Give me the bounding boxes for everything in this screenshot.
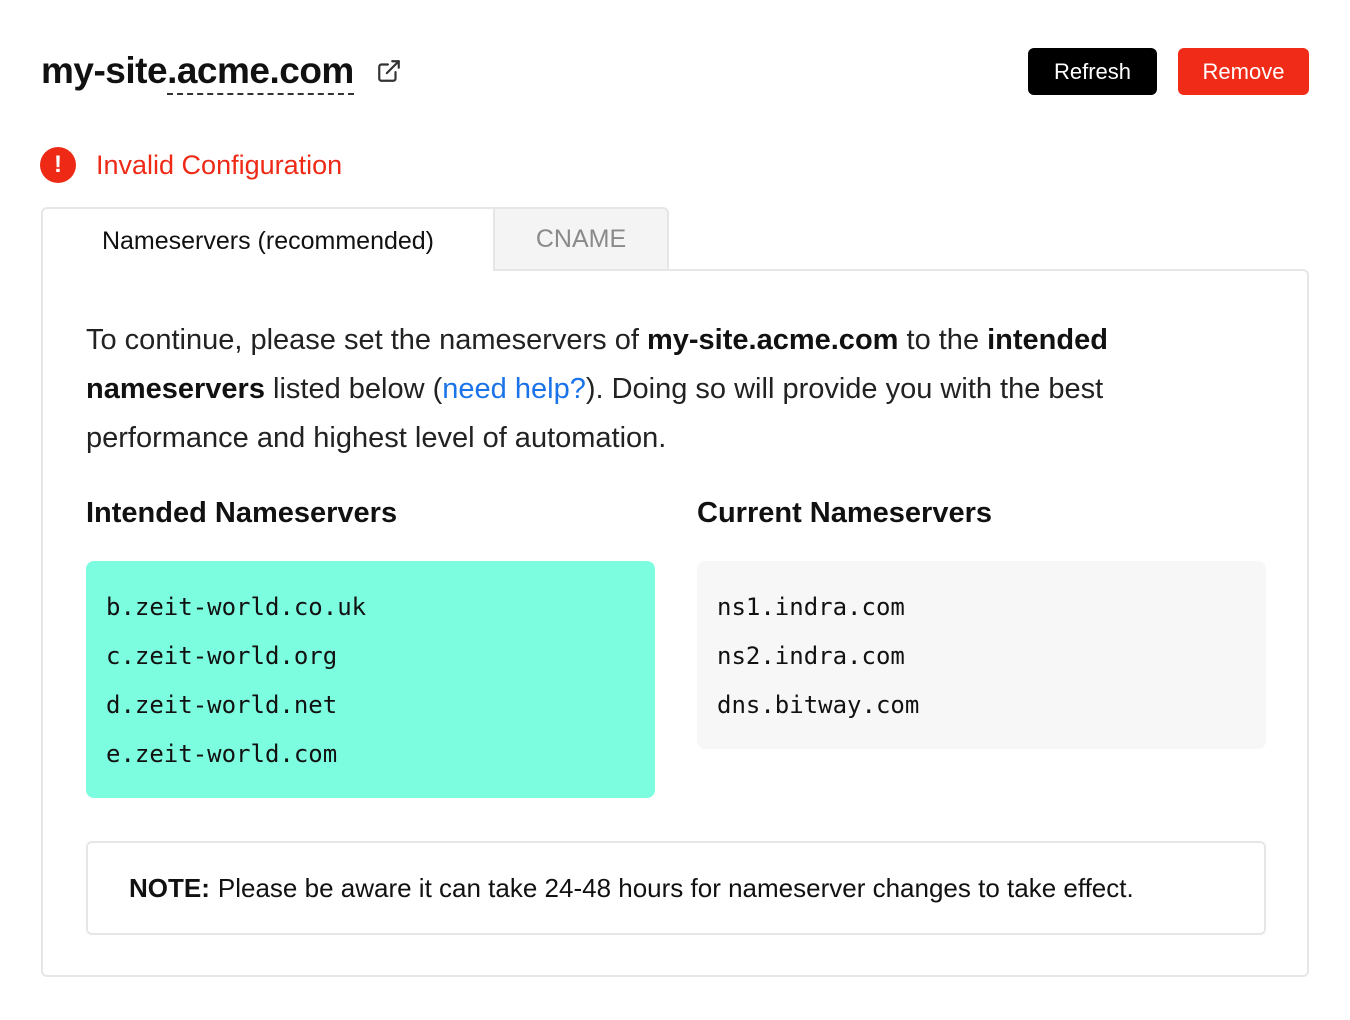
header: my-site.acme.com Refresh Remove xyxy=(41,48,1309,108)
intro-part-2: to the xyxy=(898,324,988,356)
error-icon: ! xyxy=(40,147,76,183)
current-nameserver: ns2.indra.com xyxy=(717,642,905,670)
intro-domain: my-site.acme.com xyxy=(646,324,899,356)
external-link-icon[interactable] xyxy=(376,58,402,84)
instructions-text: To continue, please set the nameservers … xyxy=(86,316,1246,463)
domain-title: my-site.acme.com xyxy=(41,48,354,95)
remove-button[interactable]: Remove xyxy=(1178,48,1309,95)
note-text: Please be aware it can take 24-48 hours … xyxy=(217,872,1134,903)
need-help-link[interactable]: need help? xyxy=(442,373,586,405)
domain-config-card: my-site.acme.com Refresh Remove ! Invali… xyxy=(0,0,1350,1020)
intended-nameserver: d.zeit-world.net xyxy=(106,691,338,719)
tab-panel: To continue, please set the nameservers … xyxy=(41,269,1309,977)
current-nameserver: ns1.indra.com xyxy=(717,593,905,621)
intended-heading: Intended Nameservers xyxy=(86,497,398,529)
intended-nameserver: e.zeit-world.com xyxy=(106,740,338,768)
tab-nameservers[interactable]: Nameservers (recommended) xyxy=(41,207,493,273)
intended-nameserver: b.zeit-world.co.uk xyxy=(106,593,367,621)
current-heading: Current Nameservers xyxy=(697,497,992,529)
header-actions: Refresh Remove xyxy=(1028,48,1309,95)
tab-bar: Nameservers (recommended) CNAME xyxy=(41,207,669,273)
intro-part-3: listed below ( xyxy=(264,373,443,405)
domain-suffix: .acme.com xyxy=(167,50,354,95)
tab-cname[interactable]: CNAME xyxy=(493,207,669,271)
intended-nameserver: c.zeit-world.org xyxy=(106,642,338,670)
note-label: NOTE: xyxy=(129,872,210,903)
current-nameservers-list: ns1.indra.com ns2.indra.com dns.bitway.c… xyxy=(697,561,1266,749)
domain-prefix: my-site xyxy=(41,50,168,91)
refresh-button[interactable]: Refresh xyxy=(1028,48,1157,95)
intended-nameservers-list: b.zeit-world.co.uk c.zeit-world.org d.ze… xyxy=(86,561,655,798)
note-box: NOTE: Please be aware it can take 24-48 … xyxy=(86,841,1266,935)
domain-heading: my-site.acme.com xyxy=(41,48,402,95)
intro-part-1: To continue, please set the nameservers … xyxy=(86,324,647,356)
current-nameserver: dns.bitway.com xyxy=(717,691,920,719)
status-row: ! Invalid Configuration xyxy=(40,147,342,183)
status-text: Invalid Configuration xyxy=(96,149,343,180)
